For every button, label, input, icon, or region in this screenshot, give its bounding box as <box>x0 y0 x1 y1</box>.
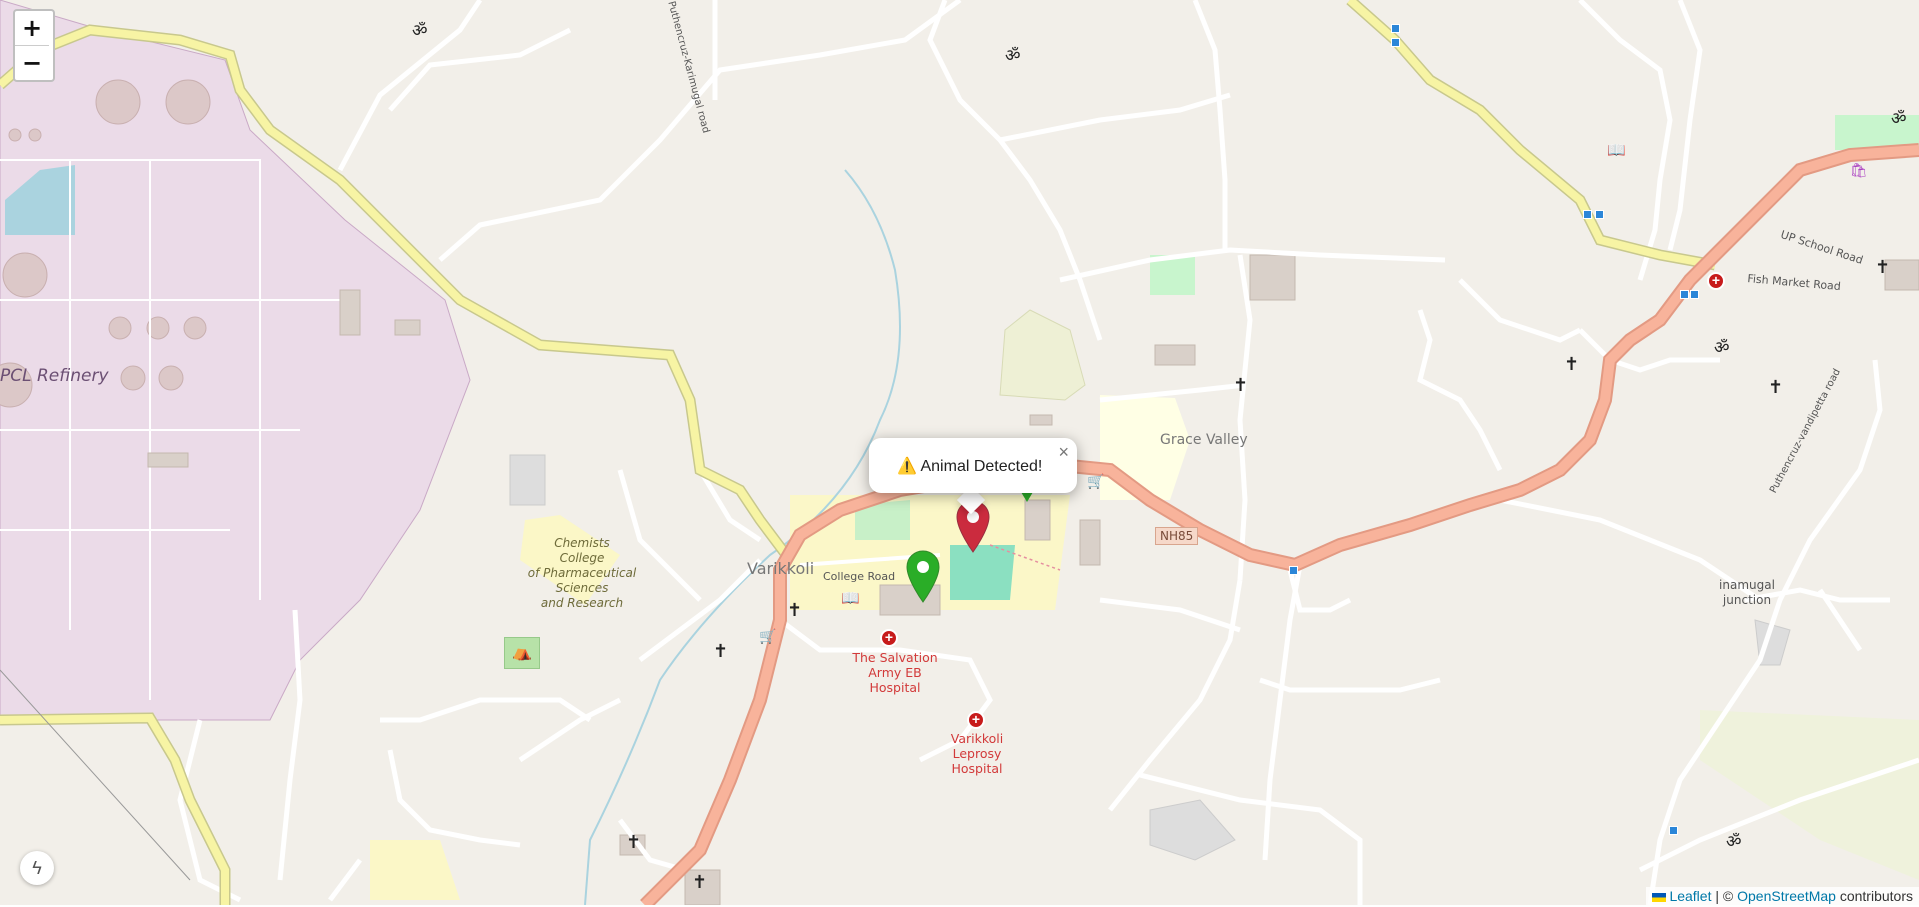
hospital-icon: + <box>1707 272 1725 290</box>
zoom-control: + − <box>13 9 55 82</box>
road-shield-nh85: NH85 <box>1155 527 1199 545</box>
college-label-line: College <box>559 551 605 565</box>
church-icon: ✝ <box>1768 377 1784 398</box>
attribution-separator: | © <box>1711 888 1738 904</box>
college-label: Chemists College of Pharmaceutical Scien… <box>527 536 637 611</box>
temple-icon: ॐ <box>1005 46 1021 66</box>
temple-icon: ॐ <box>1726 832 1742 852</box>
bus-stop-icon <box>1595 210 1604 219</box>
library-icon: 📖 <box>1607 142 1626 159</box>
salvation-hospital-label: The Salvation Army EB Hospital <box>850 650 940 695</box>
church-icon: ✝ <box>1875 257 1891 278</box>
popup-content: ⚠️ Animal Detected! <box>897 456 1042 476</box>
church-icon: ✝ <box>1233 375 1249 396</box>
road-label-college-road: College Road <box>823 570 896 583</box>
bus-stop-icon <box>1289 566 1298 575</box>
church-icon: ✝ <box>626 832 642 853</box>
status-marker-pin[interactable] <box>906 550 940 604</box>
hospital-label-line: Hospital <box>869 680 921 695</box>
church-icon: ✝ <box>692 872 708 893</box>
shop-icon: 🛒 <box>1087 473 1105 489</box>
hospital-label-line: The Salvation <box>852 650 938 665</box>
college-label-line: Chemists <box>554 536 610 550</box>
zoom-out-button[interactable]: − <box>15 46 49 80</box>
junction-label-line: inamugal <box>1719 578 1775 592</box>
temple-icon: ॐ <box>412 21 428 41</box>
hospital-icon: + <box>967 711 985 729</box>
refinery-label: PCL Refinery <box>0 366 109 386</box>
bus-stop-icon <box>1391 38 1400 47</box>
popup-close-button[interactable]: × <box>1058 442 1069 463</box>
place-label-grace-valley: Grace Valley <box>1160 432 1248 448</box>
popup-text: Animal Detected! <box>920 458 1043 475</box>
bus-stop-icon <box>1583 210 1592 219</box>
place-label-varikkoli: Varikkoli <box>747 559 815 578</box>
bus-stop-icon <box>1690 290 1699 299</box>
junction-label-line: junction <box>1722 593 1772 607</box>
hospital-label-line: Hospital <box>951 761 1003 776</box>
bolt-icon[interactable]: ϟ <box>20 851 54 885</box>
zoom-in-button[interactable]: + <box>15 11 49 46</box>
shop-icon: 🛒 <box>759 628 777 644</box>
gift-shop-icon: 🛍 <box>1850 162 1868 178</box>
college-label-line: and Research <box>540 596 624 610</box>
college-label-line: of Pharmaceutical <box>527 566 637 580</box>
bus-stop-icon <box>1669 826 1678 835</box>
college-label-line: Sciences <box>555 581 609 595</box>
hospital-label-line: Leprosy <box>952 746 1002 761</box>
temple-icon: ॐ <box>1714 338 1730 358</box>
temple-icon: ॐ <box>1891 109 1907 129</box>
hospital-label-line: Varikkoli <box>950 731 1004 746</box>
attribution: Leaflet | © OpenStreetMap contributors <box>1646 887 1919 905</box>
church-icon: ✝ <box>1564 354 1580 375</box>
ukraine-flag-icon <box>1652 892 1667 902</box>
osm-link[interactable]: OpenStreetMap <box>1737 888 1836 904</box>
map-container[interactable]: PCL Refinery Varikkoli Grace Valley Coll… <box>0 0 1919 905</box>
leprosy-hospital-label: Varikkoli Leprosy Hospital <box>932 731 1022 776</box>
leaflet-link[interactable]: Leaflet <box>1669 888 1711 904</box>
library-icon: 📖 <box>841 590 860 607</box>
warning-icon: ⚠️ <box>897 458 917 475</box>
hospital-icon: + <box>880 629 898 647</box>
church-icon: ✝ <box>787 600 803 621</box>
campsite-icon: ⛺ <box>504 637 540 669</box>
junction-label: inamugal junction <box>1707 578 1787 608</box>
church-icon: ✝ <box>713 641 729 662</box>
hospital-label-line: Army EB <box>868 665 922 680</box>
bus-stop-icon <box>1391 24 1400 33</box>
bus-stop-icon <box>1680 290 1689 299</box>
alert-popup: ⚠️ Animal Detected! × <box>869 438 1077 493</box>
attribution-suffix: contributors <box>1835 888 1913 904</box>
